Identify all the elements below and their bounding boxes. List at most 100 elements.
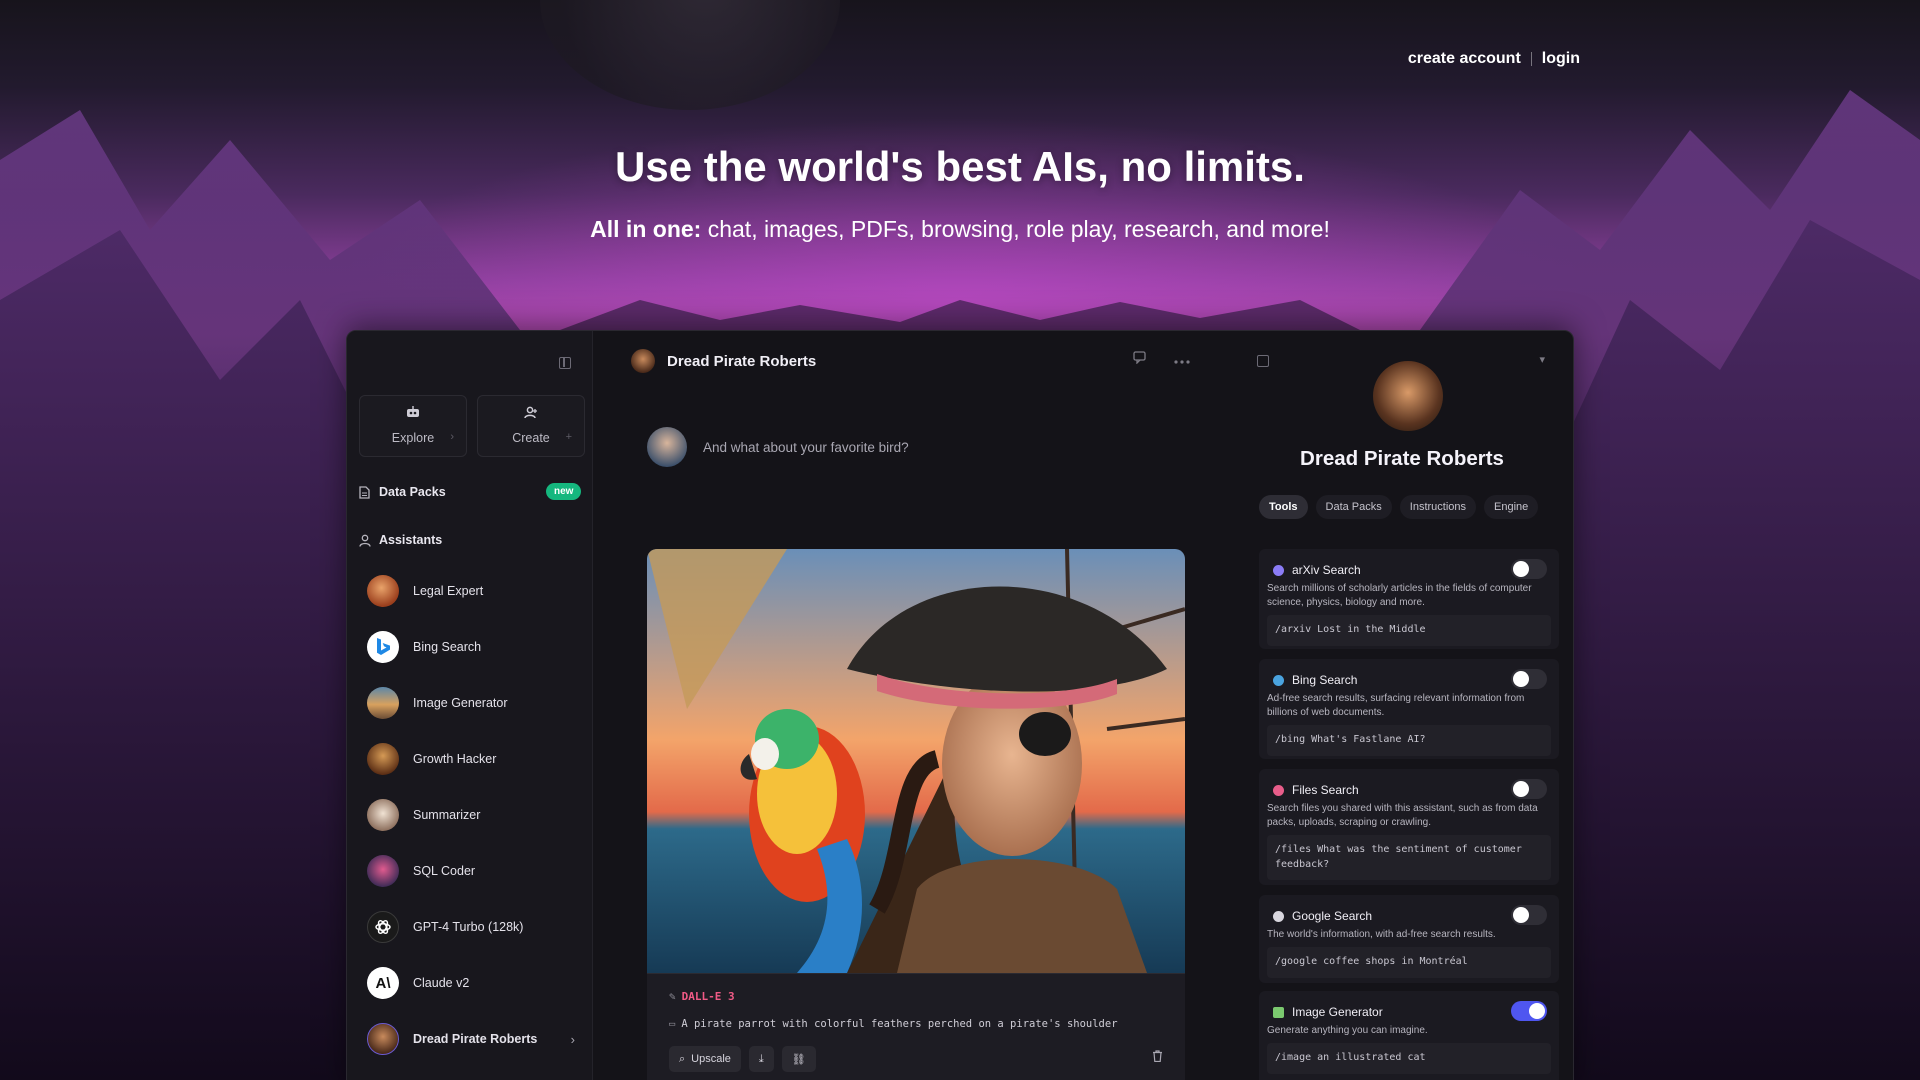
tool-image-generator: Image Generator Generate anything you ca… (1259, 991, 1559, 1080)
tool-description: Generate anything you can imagine. (1267, 1025, 1428, 1036)
assistant-name: SQL Coder (413, 864, 476, 878)
tool-description: The world's information, with ad-free se… (1267, 929, 1496, 940)
tab-instructions[interactable]: Instructions (1399, 495, 1477, 519)
tool-arxiv-search: arXiv Search Search millions of scholarl… (1259, 549, 1559, 649)
new-badge: new (546, 483, 582, 500)
tool-command: /google coffee shops in Montréal (1267, 947, 1551, 978)
profile-name: Dread Pirate Roberts (1300, 447, 1504, 470)
app-window: Explore › Create + Data Packs new Assist… (346, 330, 1574, 1080)
create-account-link[interactable]: create account (1408, 50, 1521, 68)
bing-logo-icon (367, 631, 399, 663)
chevron-down-icon[interactable]: ▾ (1539, 353, 1545, 366)
panel-toggle-icon[interactable] (1257, 355, 1269, 367)
tool-name: Files Search (1292, 783, 1359, 797)
tool-description: Ad-free search results, surfacing releva… (1267, 693, 1525, 718)
tool-name: Google Search (1292, 909, 1373, 923)
nav-divider (1530, 52, 1532, 66)
assistant-bing-search[interactable]: Bing Search (367, 619, 587, 675)
chat-title: Dread Pirate Roberts (667, 352, 817, 370)
tab-data-packs[interactable]: Data Packs (1315, 495, 1392, 519)
assistants-header: Assistants (359, 533, 442, 547)
chat-actions (1133, 351, 1190, 367)
assistant-growth-hacker[interactable]: Growth Hacker (367, 731, 587, 787)
brush-icon: ✎ (669, 990, 676, 1003)
assistant-sql-coder[interactable]: SQL Coder (367, 843, 587, 899)
generated-pirate-image[interactable] (647, 549, 1185, 973)
tab-engine[interactable]: Engine (1484, 495, 1539, 519)
chat-header: Dread Pirate Roberts (631, 349, 816, 373)
tool-title: Files Search (1273, 783, 1359, 797)
tool-description: Search files you shared with this assist… (1267, 803, 1538, 828)
download-icon: ⤓ (758, 1052, 764, 1065)
create-button[interactable]: Create + (477, 395, 585, 457)
data-packs-label: Data Packs (379, 485, 446, 499)
tool-toggle[interactable] (1511, 559, 1547, 579)
tool-description: Search millions of scholarly articles in… (1267, 583, 1532, 608)
explore-button[interactable]: Explore › (359, 395, 467, 457)
upscale-button[interactable]: ⌕ Upscale (669, 1046, 741, 1072)
hero-subtitle-rest: chat, images, PDFs, browsing, role play,… (701, 216, 1330, 242)
link-button[interactable]: ⛓ (781, 1046, 816, 1072)
tool-command: /arxiv Lost in the Middle (1267, 615, 1551, 646)
files-icon (1273, 784, 1284, 796)
assistant-summarizer[interactable]: Summarizer (367, 787, 587, 843)
sidebar: Explore › Create + Data Packs new Assist… (347, 331, 593, 1080)
top-nav: create account login (1408, 50, 1580, 68)
login-link[interactable]: login (1542, 50, 1580, 68)
assistant-claude-v2[interactable]: A\ Claude v2 (367, 955, 587, 1011)
trash-icon[interactable] (1152, 1050, 1163, 1065)
image-engine-label: ✎ DALL-E 3 (669, 990, 735, 1003)
legal-expert-avatar (367, 575, 399, 607)
assistant-dread-pirate-roberts[interactable]: Dread Pirate Roberts › (367, 1011, 587, 1067)
chat-avatar (631, 349, 655, 373)
tool-name: arXiv Search (1292, 563, 1361, 577)
tool-name: Bing Search (1292, 673, 1358, 687)
assistant-name: Growth Hacker (413, 752, 497, 766)
image-prompt: ▭ A pirate parrot with colorful feathers … (669, 1018, 1118, 1030)
tool-title: Image Generator (1273, 1005, 1383, 1019)
assistant-gpt-4-turbo[interactable]: GPT-4 Turbo (128k) (367, 899, 587, 955)
assistant-legal-expert[interactable]: Legal Expert (367, 563, 587, 619)
tool-toggle[interactable] (1511, 1001, 1547, 1021)
assistant-name: Image Generator (413, 696, 508, 710)
user-avatar (647, 427, 687, 467)
user-message-text: And what about your favorite bird? (703, 439, 909, 455)
tool-command: /files What was the sentiment of custome… (1267, 835, 1551, 880)
data-packs-item[interactable]: Data Packs (359, 485, 446, 499)
assistant-image-generator[interactable]: Image Generator (367, 675, 587, 731)
growth-hacker-avatar (367, 743, 399, 775)
image-engine-text: DALL-E 3 (681, 990, 735, 1003)
tool-toggle[interactable] (1511, 669, 1547, 689)
anthropic-logo-icon: A\ (367, 967, 399, 999)
tool-google-search: Google Search The world's information, w… (1259, 895, 1559, 983)
generated-image-card: ✎ DALL-E 3 ▭ A pirate parrot with colorful… (647, 549, 1185, 1080)
zoom-icon: ⌕ (679, 1052, 686, 1065)
upscale-label: Upscale (691, 1053, 731, 1065)
hero-subtitle-bold: All in one: (590, 216, 702, 242)
image-generator-avatar (367, 687, 399, 719)
dread-pirate-roberts-avatar (367, 1023, 399, 1055)
arxiv-icon (1273, 564, 1284, 576)
tool-toggle[interactable] (1511, 779, 1547, 799)
hero-subtitle: All in one: chat, images, PDFs, browsing… (0, 216, 1920, 243)
collapse-sidebar-icon[interactable] (559, 357, 571, 369)
sql-coder-avatar (367, 855, 399, 887)
user-icon (359, 534, 371, 547)
chat-bubble-icon[interactable] (1133, 351, 1148, 367)
assistant-name: Dread Pirate Roberts (413, 1032, 538, 1046)
assistant-name: Summarizer (413, 808, 481, 822)
more-options-icon[interactable] (1174, 351, 1190, 367)
chevron-right-icon[interactable]: › (571, 1032, 575, 1047)
assistant-list: Legal Expert Bing Search Image Generator… (367, 563, 587, 1067)
summarizer-avatar (367, 799, 399, 831)
tool-command: /image an illustrated cat (1267, 1043, 1551, 1074)
robot-icon (360, 406, 466, 421)
assistant-name: Legal Expert (413, 584, 484, 598)
search-icon (1273, 910, 1284, 922)
tool-toggle[interactable] (1511, 905, 1547, 925)
assistants-header-label: Assistants (379, 533, 443, 547)
image-actions: ⌕ Upscale ⤓ ⛓ (669, 1046, 816, 1072)
assistant-name: Claude v2 (413, 976, 470, 990)
tab-tools[interactable]: Tools (1259, 495, 1308, 519)
download-button[interactable]: ⤓ (748, 1046, 774, 1072)
